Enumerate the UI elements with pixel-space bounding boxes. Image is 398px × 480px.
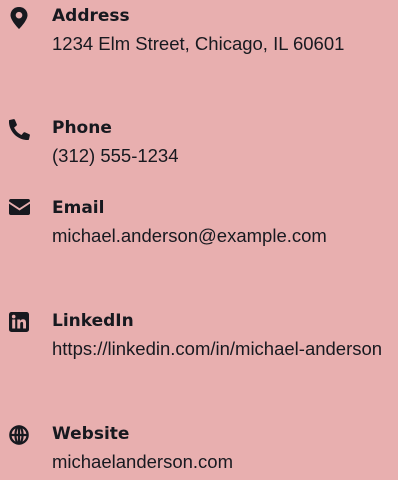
contact-label-address: Address	[52, 6, 130, 26]
contact-value-website[interactable]: michaelanderson.com	[52, 448, 394, 475]
phone-icon	[8, 119, 30, 141]
contact-value-address[interactable]: 1234 Elm Street, Chicago, IL 60601	[52, 30, 394, 57]
contact-value-linkedin[interactable]: https://linkedin.com/in/michael-anderson	[52, 335, 394, 362]
map-marker-icon	[8, 7, 30, 29]
contact-value-phone[interactable]: (312) 555-1234	[52, 142, 394, 169]
contact-label-phone: Phone	[52, 118, 112, 138]
contact-value-email[interactable]: michael.anderson@example.com	[52, 222, 394, 249]
contact-label-email: Email	[52, 198, 105, 218]
contact-label-linkedin: LinkedIn	[52, 311, 134, 331]
contact-label-website: Website	[52, 424, 130, 444]
linkedin-icon	[8, 312, 30, 334]
globe-icon	[8, 425, 30, 447]
envelope-icon	[8, 199, 30, 221]
contact-list: Address 1234 Elm Street, Chicago, IL 606…	[0, 0, 398, 480]
